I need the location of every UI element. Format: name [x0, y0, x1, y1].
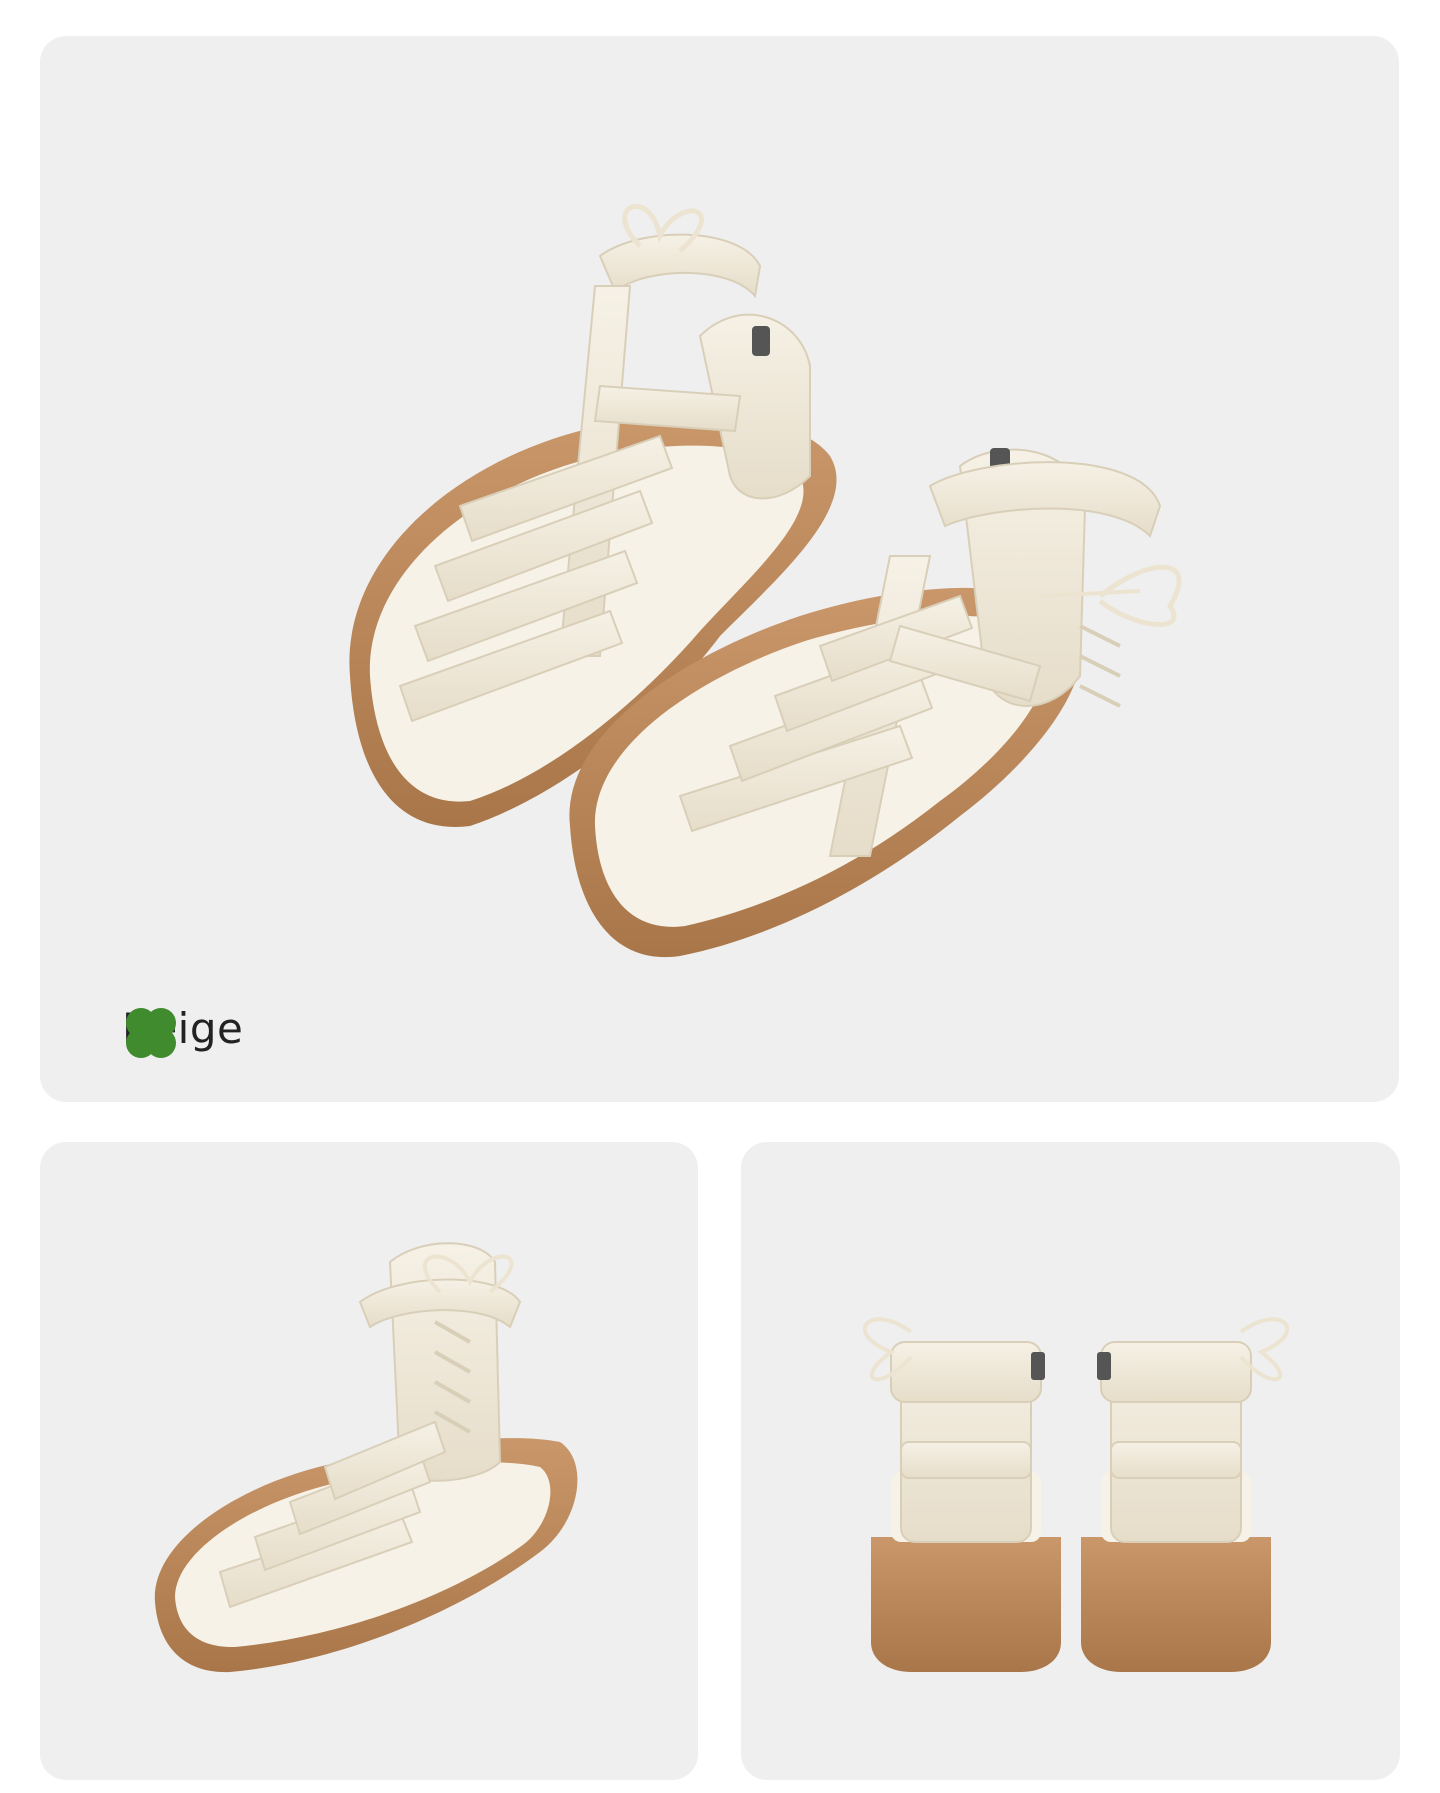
sandal-back-left — [862, 1317, 1061, 1672]
sandal-back-illustration — [862, 1317, 1290, 1672]
product-photo-side — [40, 1142, 698, 1780]
sandal-back-right — [1081, 1317, 1290, 1672]
sandal-pair-illustration — [349, 204, 1182, 958]
color-option-label: Beige — [122, 1004, 243, 1058]
sandal-side-illustration — [154, 1242, 578, 1673]
clover-icon — [126, 1008, 176, 1058]
product-photo-main: Beige — [40, 36, 1399, 1102]
product-photo-back — [741, 1142, 1400, 1780]
